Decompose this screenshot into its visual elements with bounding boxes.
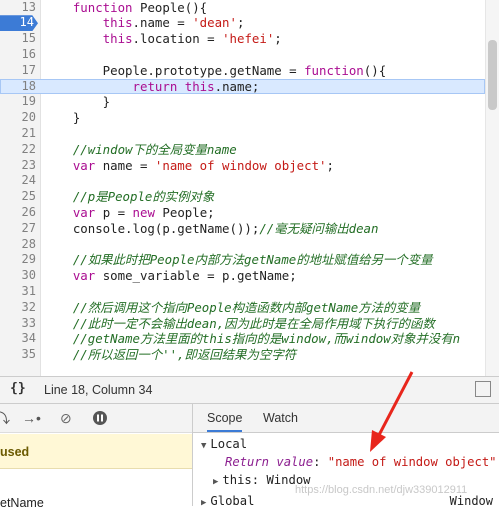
coverage-icon[interactable] xyxy=(475,381,491,397)
line-number[interactable]: 34 xyxy=(0,331,36,347)
return-key: Return value xyxy=(225,455,314,469)
code-text: var name = 'name of window object'; xyxy=(72,157,334,173)
code-text: //然后调用这个指向People构造函数内部getName方法的变量 xyxy=(72,299,421,315)
code-line[interactable]: 17 People.prototype.getName = function()… xyxy=(0,63,485,79)
code-text: //所以返回一个'',即返回结果为空字符 xyxy=(72,347,297,363)
vertical-scrollbar[interactable] xyxy=(485,0,499,376)
line-number[interactable]: 19 xyxy=(0,94,36,110)
code-text: this.name = 'dean'; xyxy=(102,15,245,31)
code-line[interactable]: 22 //window下的全局变量name xyxy=(0,142,485,158)
code-line[interactable]: 34 //getName方法里面的this指向的是window,而window对… xyxy=(0,331,485,347)
breakpoint-marker[interactable]: 14 xyxy=(0,15,38,32)
line-number[interactable]: 18 xyxy=(0,79,36,95)
code-line[interactable]: 24 xyxy=(0,173,485,189)
expand-down-icon: ▼ xyxy=(201,441,207,451)
line-number[interactable]: 22 xyxy=(0,142,36,158)
line-number[interactable]: 16 xyxy=(0,47,36,63)
code-line[interactable]: 32 //然后调用这个指向People构造函数内部getName方法的变量 xyxy=(0,300,485,316)
line-number[interactable]: 13 xyxy=(0,0,36,15)
scrollbar-thumb[interactable] xyxy=(488,40,497,110)
this-key: this xyxy=(222,473,252,487)
line-number[interactable]: 20 xyxy=(0,110,36,126)
line-number[interactable]: 17 xyxy=(0,63,36,79)
pause-circle-icon xyxy=(93,411,107,425)
code-editor[interactable]: 13 function People(){14 this.name = 'dea… xyxy=(0,0,499,376)
code-line[interactable]: 29 //如果此时把People内部方法getName的地址赋值给另一个变量 xyxy=(0,252,485,268)
code-text: var some_variable = p.getName; xyxy=(72,268,297,284)
code-line[interactable]: 15 this.location = 'hefei'; xyxy=(0,31,485,47)
code-line[interactable]: 25 //p是People的实例对象 xyxy=(0,189,485,205)
code-line[interactable]: 31 xyxy=(0,284,485,300)
scope-local-label: Local xyxy=(210,437,248,451)
line-number[interactable]: 35 xyxy=(0,347,36,363)
code-text: console.log(p.getName());//毫无疑问输出dean xyxy=(43,220,379,236)
cursor-position: Line 18, Column 34 xyxy=(44,383,153,397)
line-number[interactable]: 33 xyxy=(0,316,36,332)
code-text: //p是People的实例对象 xyxy=(72,189,215,205)
step-into-icon[interactable]: ⤵ xyxy=(0,410,10,426)
deactivate-breakpoints-icon[interactable]: ⊘ xyxy=(60,410,72,426)
sidebar-tabs: Scope Watch xyxy=(193,404,499,433)
code-line[interactable]: 33 //此时一定不会输出dean,因为此时是在全局作用域下执行的函数 xyxy=(0,316,485,332)
line-number[interactable]: 31 xyxy=(0,284,36,300)
pretty-print-button[interactable]: {} xyxy=(10,381,26,396)
code-line[interactable]: 21 xyxy=(0,126,485,142)
code-line[interactable]: 26 var p = new People; xyxy=(0,205,485,221)
code-line[interactable]: 30 var some_variable = p.getName; xyxy=(0,268,485,284)
watermark: https://blog.csdn.net/djw339012911 xyxy=(295,484,468,496)
line-number[interactable]: 25 xyxy=(0,189,36,205)
line-number[interactable]: 21 xyxy=(0,126,36,142)
line-number[interactable]: 26 xyxy=(0,205,36,221)
code-text: this.location = 'hefei'; xyxy=(102,31,282,47)
line-number[interactable]: 27 xyxy=(0,221,36,237)
code-text: People.prototype.getName = function(){ xyxy=(43,62,387,78)
return-value: "name of window object" xyxy=(327,455,497,469)
code-text: //window下的全局变量name xyxy=(72,141,237,157)
paused-banner: used xyxy=(0,434,192,469)
code-line[interactable]: 16 xyxy=(0,47,485,63)
code-line[interactable]: 28 xyxy=(0,237,485,253)
code-line[interactable]: 20 } xyxy=(0,110,485,126)
code-text: var p = new People; xyxy=(72,204,215,220)
tab-watch[interactable]: Watch xyxy=(263,411,298,425)
call-frame-item[interactable]: etName xyxy=(0,496,44,510)
code-line[interactable]: 13 function People(){ xyxy=(0,0,485,15)
code-text: function People(){ xyxy=(72,0,208,15)
code-text: return this.name; xyxy=(132,78,260,94)
line-number[interactable]: 23 xyxy=(0,158,36,174)
code-text: } xyxy=(43,94,111,110)
code-line[interactable]: 18 return this.name; xyxy=(0,78,485,95)
call-stack-pane: ⤵ →• ⊘ used etName xyxy=(0,404,193,510)
line-number[interactable]: 32 xyxy=(0,300,36,316)
tab-scope[interactable]: Scope xyxy=(207,411,243,432)
code-text: } xyxy=(43,110,81,126)
pause-exceptions-icon[interactable] xyxy=(92,410,108,426)
return-value-row: Return value: "name of window object" xyxy=(225,455,497,469)
code-line[interactable]: 27 console.log(p.getName());//毫无疑问输出dean xyxy=(0,221,485,237)
line-number[interactable]: 28 xyxy=(0,237,36,253)
code-text: //getName方法里面的this指向的是window,而window对象并没… xyxy=(72,331,461,347)
line-number[interactable]: 24 xyxy=(0,173,36,189)
line-number[interactable]: 15 xyxy=(0,31,36,47)
step-next-icon[interactable]: →• xyxy=(22,410,41,426)
line-number[interactable]: 30 xyxy=(0,268,36,284)
paused-label: used xyxy=(0,445,30,459)
code-line[interactable]: 19 } xyxy=(0,94,485,110)
code-line[interactable]: 35 //所以返回一个'',即返回结果为空字符 xyxy=(0,347,485,363)
expand-right-icon: ▶ xyxy=(201,498,207,508)
scope-local-row[interactable]: ▼ Local xyxy=(201,437,247,451)
expand-right-icon: ▶ xyxy=(213,477,219,487)
code-text: //此时一定不会输出dean,因为此时是在全局作用域下执行的函数 xyxy=(72,315,435,331)
code-line[interactable]: 23 var name = 'name of window object'; xyxy=(0,158,485,174)
debug-toolbar: ⤵ →• ⊘ xyxy=(0,404,192,433)
code-text: //如果此时把People内部方法getName的地址赋值给另一个变量 xyxy=(72,252,433,268)
editor-status-bar: {} Line 18, Column 34 xyxy=(0,376,499,404)
code-line[interactable]: 14 this.name = 'dean'; xyxy=(0,15,485,32)
line-number[interactable]: 29 xyxy=(0,252,36,268)
